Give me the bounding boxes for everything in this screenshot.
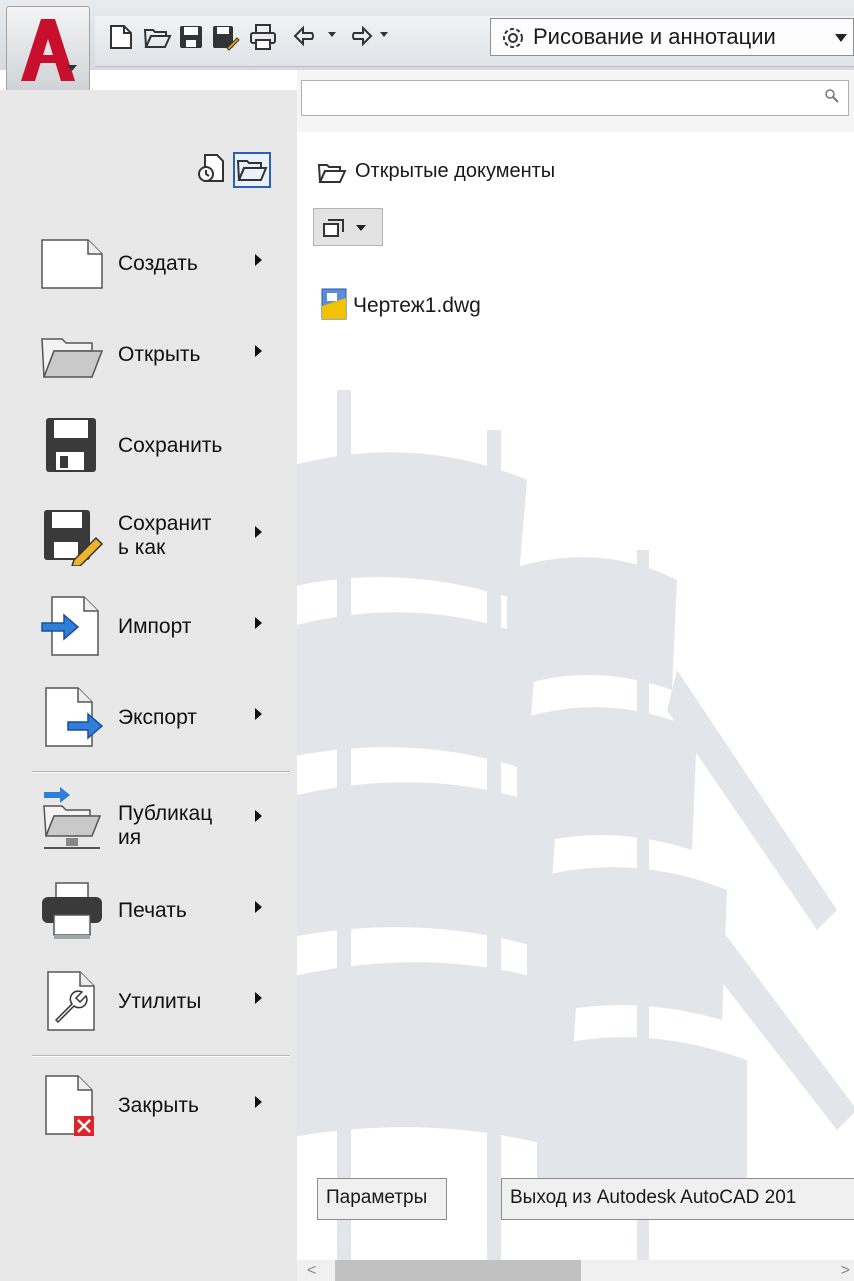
- submenu-arrow-icon: [255, 901, 262, 913]
- menu-item-label: Экспорт: [118, 706, 197, 729]
- print-icon[interactable]: [248, 22, 278, 52]
- recent-documents-button[interactable]: [195, 152, 233, 188]
- dwg-file-icon: [321, 288, 347, 320]
- document-list-item[interactable]: Чертеж1.dwg: [321, 288, 481, 326]
- chevron-down-icon: [356, 225, 366, 231]
- search-input[interactable]: [301, 80, 849, 116]
- menu-item-new[interactable]: Создать: [0, 220, 297, 306]
- open-folder-icon: [317, 164, 347, 183]
- menu-item-save[interactable]: Сохранить: [0, 402, 297, 488]
- new-file-icon[interactable]: [106, 22, 136, 52]
- submenu-arrow-icon: [255, 254, 262, 266]
- open-folder-icon[interactable]: [142, 22, 172, 52]
- open-documents-header: Открытые документы: [317, 160, 555, 192]
- submenu-arrow-icon: [255, 992, 262, 1004]
- save-icon[interactable]: [176, 22, 206, 52]
- quick-access-toolbar: Рисование и аннотации: [0, 0, 854, 92]
- menu-item-save-as[interactable]: Сохранит ь как: [0, 492, 297, 578]
- menu-separator: [32, 771, 290, 773]
- application-menu-button[interactable]: [6, 6, 90, 92]
- search-bar: [297, 70, 854, 132]
- menu-item-close[interactable]: Закрыть: [0, 1062, 297, 1148]
- autocad-a-icon: [21, 19, 77, 81]
- horizontal-scrollbar[interactable]: < >: [297, 1260, 854, 1281]
- recent-documents-icon: [198, 154, 224, 182]
- view-icons-icon: [323, 219, 344, 237]
- view-mode-dropdown[interactable]: [313, 208, 383, 246]
- menu-item-label: Сохранит ь как: [118, 512, 212, 559]
- menu-item-label: Закрыть: [118, 1094, 199, 1117]
- application-menu-right-pane: Открытые документы Чертеж1.dwg Параметры…: [297, 70, 854, 1281]
- scroll-right-icon[interactable]: >: [841, 1262, 850, 1280]
- undo-dropdown-icon[interactable]: [328, 32, 336, 37]
- redo-dropdown-icon[interactable]: [380, 32, 388, 37]
- import-icon: [41, 596, 99, 656]
- menu-item-label: Открыть: [118, 343, 201, 366]
- menu-item-publish[interactable]: Публикац ия: [0, 776, 297, 862]
- submenu-arrow-icon: [255, 810, 262, 822]
- workspace-label: Рисование и аннотации: [533, 24, 776, 49]
- exit-autocad-button[interactable]: Выход из Autodesk AutoCAD 201: [501, 1178, 854, 1220]
- utilities-icon: [47, 971, 95, 1031]
- publish-icon: [43, 787, 102, 849]
- menu-item-label: Сохранить: [118, 434, 223, 457]
- options-button[interactable]: Параметры: [317, 1178, 447, 1220]
- scroll-left-icon[interactable]: <: [307, 1262, 316, 1280]
- menu-item-utilities[interactable]: Утилиты: [0, 958, 297, 1044]
- menu-item-label: Создать: [118, 252, 198, 275]
- submenu-arrow-icon: [255, 1096, 262, 1108]
- submenu-arrow-icon: [255, 526, 262, 538]
- search-icon[interactable]: [824, 88, 840, 104]
- application-menu-left-pane: Создать Открыть Сохранить Сохранить как: [0, 90, 297, 1281]
- save-as-icon: [44, 510, 104, 566]
- redo-icon[interactable]: [344, 22, 374, 52]
- undo-icon[interactable]: [292, 22, 322, 52]
- submenu-arrow-icon: [255, 345, 262, 357]
- new-file-icon: [41, 239, 103, 289]
- gear-icon: [503, 28, 523, 48]
- print-icon: [42, 882, 102, 939]
- workspace-selector[interactable]: Рисование и аннотации: [490, 18, 854, 56]
- export-icon: [45, 687, 104, 747]
- menu-item-export[interactable]: Экспорт: [0, 674, 297, 760]
- section-title: Открытые документы: [355, 160, 556, 182]
- save-as-icon[interactable]: [210, 22, 240, 52]
- submenu-arrow-icon: [255, 617, 262, 629]
- menu-item-import[interactable]: Импорт: [0, 583, 297, 669]
- menu-item-label: Импорт: [118, 615, 192, 638]
- menu-separator: [32, 1055, 290, 1057]
- open-folder-icon: [41, 338, 104, 378]
- open-documents-icon: [236, 160, 268, 181]
- scrollbar-thumb[interactable]: [335, 1260, 581, 1281]
- submenu-arrow-icon: [255, 708, 262, 720]
- close-document-icon: [45, 1075, 94, 1136]
- chevron-down-icon: [835, 34, 847, 42]
- open-documents-button[interactable]: [233, 152, 271, 188]
- menu-item-label: Утилиты: [118, 990, 202, 1013]
- menu-item-label: Публикац ия: [118, 802, 213, 849]
- menu-item-print[interactable]: Печать: [0, 867, 297, 953]
- document-name: Чертеж1.dwg: [353, 294, 481, 317]
- menu-item-label: Печать: [118, 899, 187, 922]
- menu-item-open[interactable]: Открыть: [0, 311, 297, 397]
- save-icon: [46, 418, 96, 472]
- ship-watermark-image: [297, 390, 854, 1270]
